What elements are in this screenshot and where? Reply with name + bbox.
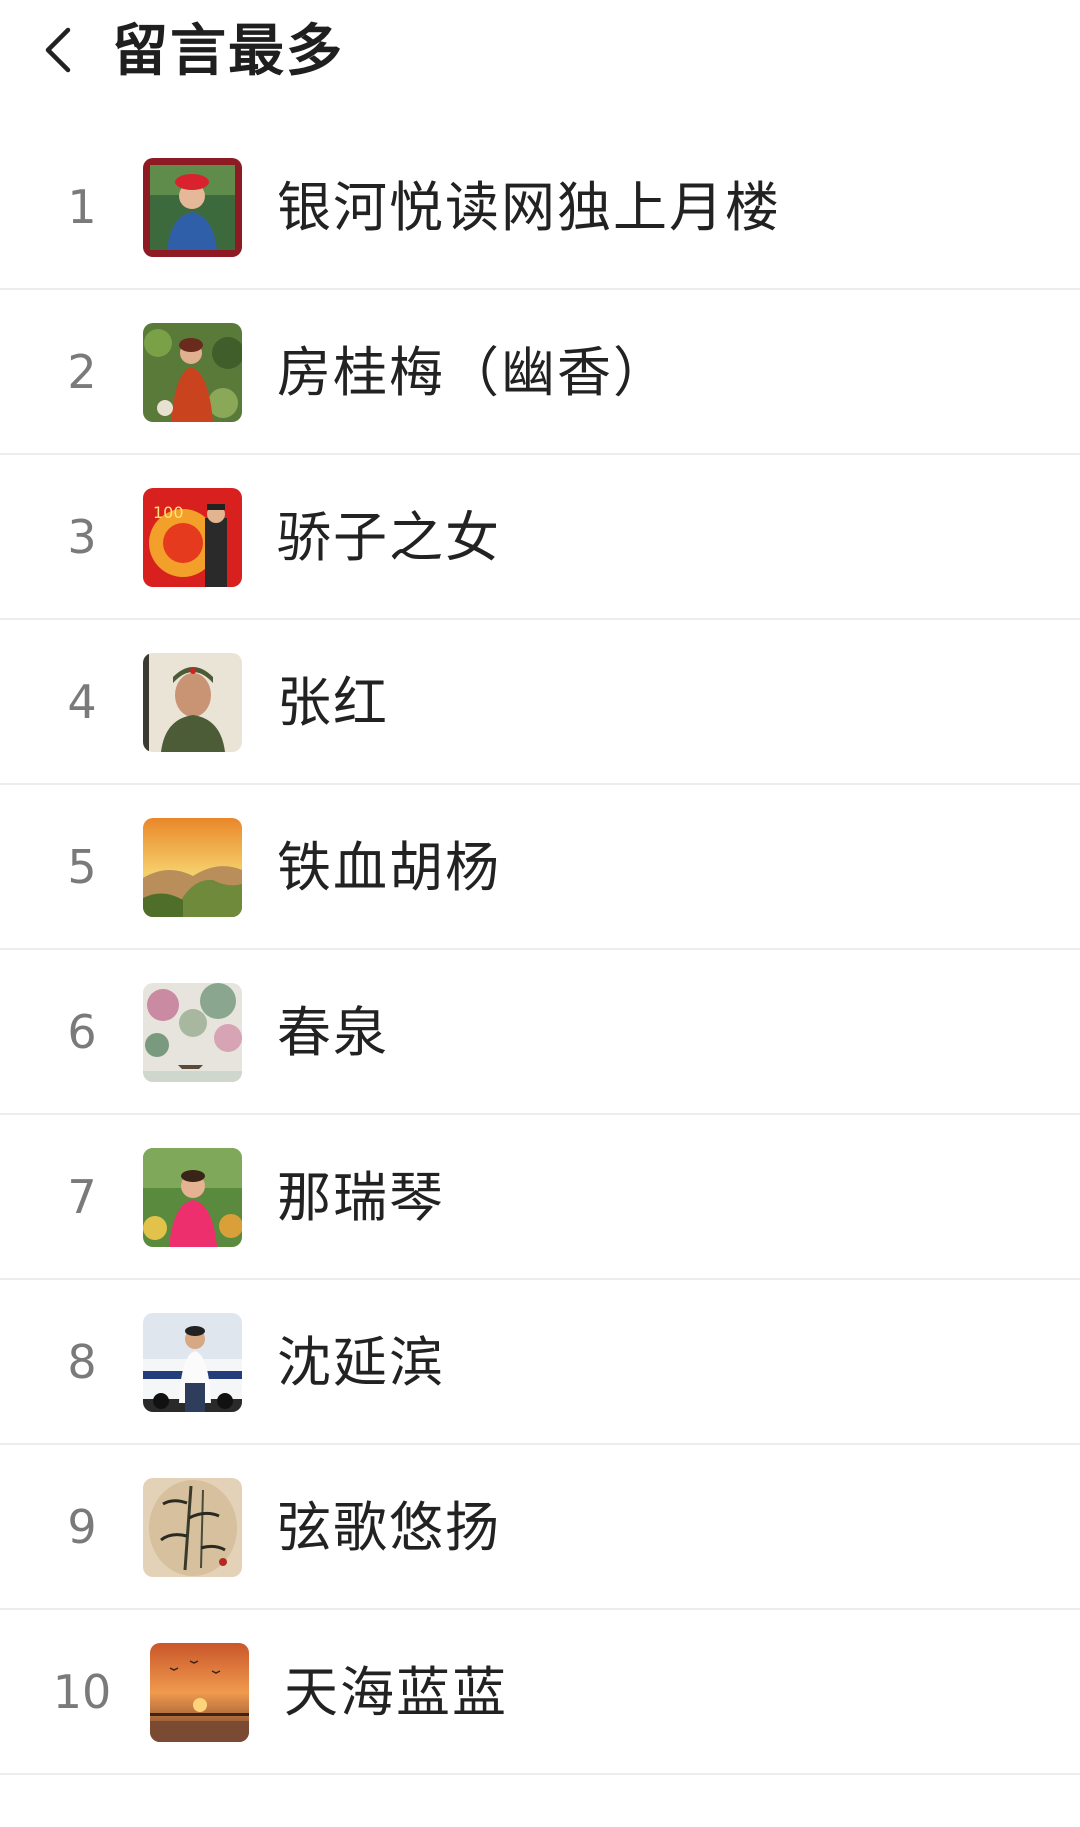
list-item[interactable]: 5 铁血胡杨: [0, 785, 1080, 950]
user-name: 春泉: [277, 1001, 389, 1064]
ranking-list: 1 银河悦读网独上月楼 2 房桂梅（幽香） 3 100 骄子之女 4 张红 5 …: [0, 125, 1080, 1775]
header-bar: 留言最多: [0, 0, 1080, 110]
chevron-left-icon: [45, 27, 71, 73]
list-item[interactable]: 8 沈延滨: [0, 1280, 1080, 1445]
user-name: 那瑞琴: [277, 1166, 445, 1229]
avatar[interactable]: [143, 158, 242, 257]
user-name: 银河悦读网独上月楼: [277, 176, 781, 239]
avatar[interactable]: [143, 1148, 242, 1247]
list-item[interactable]: 4 张红: [0, 620, 1080, 785]
list-item[interactable]: 1 银河悦读网独上月楼: [0, 125, 1080, 290]
avatar[interactable]: 100: [143, 488, 242, 587]
user-name: 沈延滨: [277, 1331, 445, 1394]
rank-number: 6: [67, 1005, 97, 1059]
list-item[interactable]: 6 春泉: [0, 950, 1080, 1115]
rank-number: 3: [67, 510, 97, 564]
svg-text:100: 100: [153, 503, 184, 522]
avatar[interactable]: [143, 653, 242, 752]
avatar[interactable]: [150, 1643, 249, 1742]
list-item[interactable]: 3 100 骄子之女: [0, 455, 1080, 620]
user-name: 骄子之女: [277, 506, 501, 569]
user-name: 铁血胡杨: [277, 836, 501, 899]
avatar[interactable]: [143, 983, 242, 1082]
user-name: 张红: [277, 671, 389, 734]
list-item[interactable]: 9 弦歌悠扬: [0, 1445, 1080, 1610]
user-name: 天海蓝蓝: [284, 1661, 508, 1724]
list-item[interactable]: 10 天海蓝蓝: [0, 1610, 1080, 1775]
rank-number: 5: [67, 840, 97, 894]
avatar[interactable]: [143, 323, 242, 422]
back-button[interactable]: [30, 20, 86, 80]
avatar[interactable]: [143, 818, 242, 917]
rank-number: 7: [67, 1170, 97, 1224]
user-name: 房桂梅（幽香）: [277, 341, 669, 404]
rank-number: 10: [52, 1665, 112, 1719]
page-title: 留言最多: [112, 19, 344, 84]
list-item[interactable]: 7 那瑞琴: [0, 1115, 1080, 1280]
rank-number: 2: [67, 345, 97, 399]
user-name: 弦歌悠扬: [277, 1496, 501, 1559]
avatar[interactable]: [143, 1313, 242, 1412]
rank-number: 8: [67, 1335, 97, 1389]
rank-number: 1: [67, 180, 97, 234]
list-item[interactable]: 2 房桂梅（幽香）: [0, 290, 1080, 455]
rank-number: 4: [67, 675, 97, 729]
rank-number: 9: [67, 1500, 97, 1554]
avatar[interactable]: [143, 1478, 242, 1577]
